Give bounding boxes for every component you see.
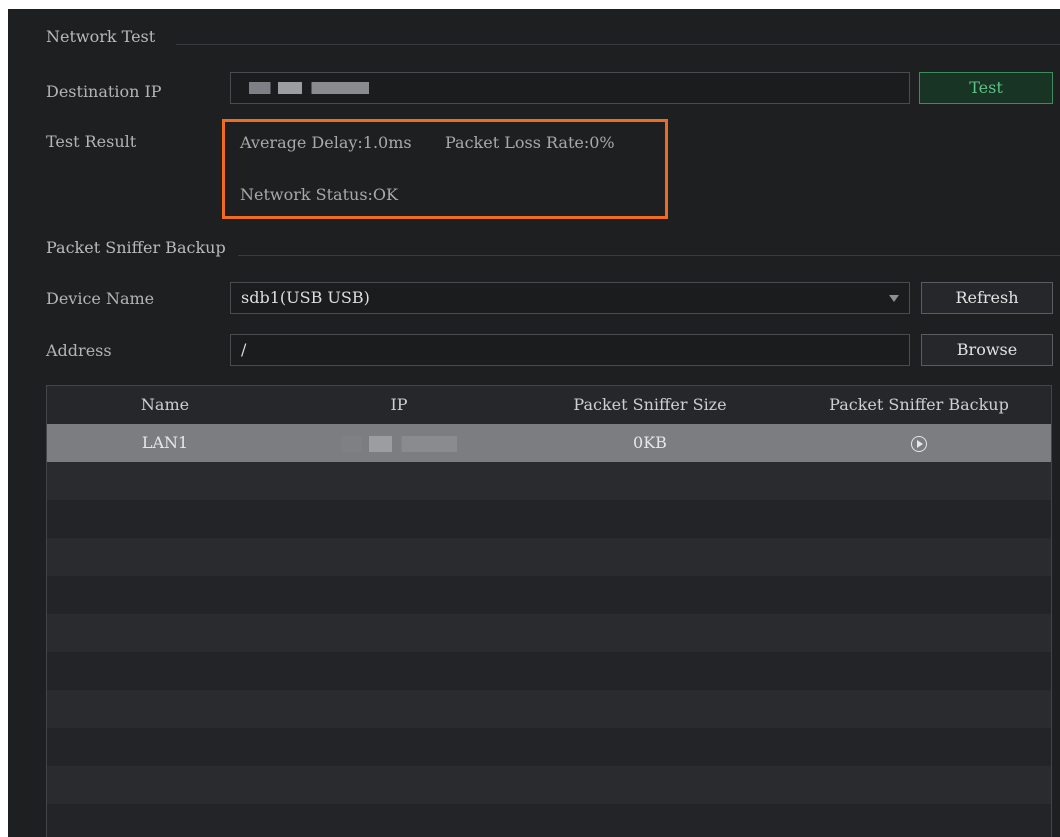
- network-test-title: Network Test: [46, 27, 156, 46]
- packet-loss-rate-text: Packet Loss Rate:0%: [445, 133, 615, 152]
- row-ip-masked-value: [341, 436, 457, 452]
- empty-row: [47, 804, 1051, 837]
- destination-ip-label: Destination IP: [46, 82, 162, 101]
- address-label: Address: [46, 341, 112, 360]
- test-result-label: Test Result: [46, 132, 137, 151]
- network-test-panel: Network Test Destination IP Test Test Re…: [8, 9, 1060, 837]
- row-name: LAN1: [141, 433, 189, 452]
- network-status-text: Network Status:OK: [240, 185, 398, 204]
- test-button[interactable]: Test: [919, 72, 1053, 104]
- device-name-value: sdb1(USB USB): [241, 288, 370, 307]
- refresh-button[interactable]: Refresh: [921, 282, 1053, 314]
- column-header-size: Packet Sniffer Size: [573, 395, 727, 414]
- empty-row: [47, 728, 1051, 766]
- empty-row: [47, 576, 1051, 614]
- destination-ip-masked-value: [249, 82, 369, 94]
- packet-sniffer-table: Name IP Packet Sniffer Size Packet Sniff…: [46, 385, 1052, 837]
- empty-row: [47, 652, 1051, 690]
- destination-ip-input[interactable]: [230, 72, 910, 104]
- row-size: 0KB: [633, 433, 667, 452]
- empty-row: [47, 614, 1051, 652]
- empty-row: [47, 462, 1051, 500]
- row-ip: [283, 424, 515, 462]
- empty-row: [47, 766, 1051, 804]
- play-circle-icon[interactable]: [911, 435, 927, 452]
- packet-sniffer-divider: [238, 255, 1060, 256]
- empty-row: [47, 500, 1051, 538]
- address-input[interactable]: /: [230, 334, 910, 366]
- row-backup: [785, 424, 1051, 462]
- empty-row: [47, 538, 1051, 576]
- table-row[interactable]: LAN1 0KB: [47, 424, 1051, 462]
- column-header-ip: IP: [390, 395, 408, 414]
- device-name-select[interactable]: sdb1(USB USB): [230, 282, 910, 314]
- column-header-name: Name: [140, 395, 190, 414]
- column-header-backup: Packet Sniffer Backup: [829, 395, 1009, 414]
- browse-button[interactable]: Browse: [921, 334, 1053, 366]
- table-header: Name IP Packet Sniffer Size Packet Sniff…: [47, 386, 1051, 424]
- chevron-down-icon: [889, 295, 899, 302]
- network-test-divider: [176, 44, 1060, 45]
- device-name-label: Device Name: [46, 289, 155, 308]
- empty-row: [47, 690, 1051, 728]
- average-delay-text: Average Delay:1.0ms: [240, 133, 412, 152]
- packet-sniffer-title: Packet Sniffer Backup: [46, 238, 226, 257]
